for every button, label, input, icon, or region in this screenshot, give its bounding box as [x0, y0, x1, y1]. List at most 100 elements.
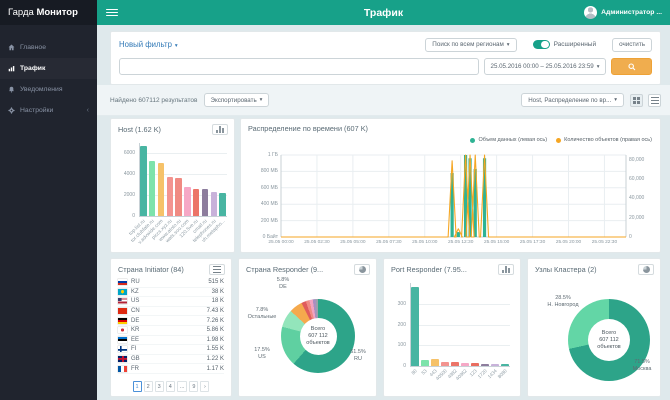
- sidebar: Гарда Монитор Главное Трафик Уведомления На…: [0, 0, 97, 400]
- country-code: CN: [131, 308, 140, 315]
- results-count: Найдено 607112 результатов: [110, 96, 198, 104]
- country-row[interactable]: FI 1.55 K: [118, 345, 224, 355]
- donut-center: Всего 607 112 объектов: [299, 317, 337, 355]
- country-row[interactable]: US 18 K: [118, 297, 224, 307]
- page-button[interactable]: 2: [143, 381, 153, 392]
- country-row[interactable]: FR 1.17 K: [118, 364, 224, 374]
- menu-toggle-button[interactable]: [106, 8, 118, 17]
- list-view-icon: [650, 96, 659, 104]
- list-icon: [213, 266, 221, 273]
- sidebar-item-1[interactable]: Трафик: [0, 58, 97, 79]
- gridline: [410, 324, 510, 326]
- page-button[interactable]: ›: [200, 381, 210, 392]
- country-row[interactable]: KR 5.86 K: [118, 326, 224, 336]
- user-menu[interactable]: Администратор ...: [584, 6, 662, 19]
- bar: [149, 160, 156, 216]
- sidebar-item-0[interactable]: Главное: [0, 37, 97, 58]
- bar: [193, 188, 200, 216]
- flag-us-icon: [118, 298, 127, 305]
- sidebar-item-2[interactable]: Уведомления: [0, 79, 97, 100]
- slice-label: 7.8% Остальные: [247, 307, 277, 320]
- advanced-toggle[interactable]: [532, 39, 550, 50]
- grid-view-icon: [633, 96, 640, 104]
- slice-label: 28.5% Н. Новгород: [547, 295, 579, 308]
- country-row[interactable]: CN 7.43 K: [118, 307, 224, 317]
- bar: [175, 178, 182, 216]
- page-button[interactable]: 1: [132, 381, 142, 392]
- country-value: 1.22 K: [206, 356, 224, 363]
- country-value: 38 K: [211, 288, 224, 295]
- slice-label: 17.5% US: [254, 347, 270, 360]
- country-value: 1.55 K: [206, 346, 224, 353]
- bar: [140, 146, 147, 216]
- country-code: RU: [131, 279, 140, 286]
- y-axis-label: 100: [397, 342, 406, 349]
- bar: [441, 362, 449, 366]
- donut-center-text: объектов: [597, 343, 621, 350]
- y-axis-label-right: 60,000: [629, 176, 645, 183]
- chart-type-button[interactable]: [209, 264, 225, 275]
- country-row[interactable]: DE 7.26 K: [118, 316, 224, 326]
- country-code: GB: [131, 356, 140, 363]
- country-code: FI: [131, 346, 137, 353]
- country-code: KZ: [131, 288, 139, 295]
- date-range-picker[interactable]: 25.05.2016 00:00 – 25.05.2016 23:59: [484, 58, 606, 75]
- results-bar: Найдено 607112 результатов Экспортироват…: [110, 91, 661, 109]
- country-value: 5.86 K: [206, 327, 224, 334]
- flag-cn-icon: [118, 308, 127, 315]
- bar: [184, 186, 191, 216]
- panels-layout-select[interactable]: Host, Распределение по вр...: [521, 93, 624, 107]
- legend-label: Объем данных (левая ось): [478, 137, 548, 143]
- search-button[interactable]: [611, 58, 652, 75]
- slice-label: 71.5% Москва: [632, 359, 652, 372]
- chart-type-button[interactable]: [498, 264, 514, 275]
- country-row[interactable]: GB 1.22 K: [118, 355, 224, 365]
- grid-view-button[interactable]: [630, 93, 643, 107]
- y-axis-label: 6000: [123, 150, 135, 157]
- country-row[interactable]: RU 515 K: [118, 278, 224, 288]
- chart-type-button[interactable]: [212, 124, 228, 135]
- region-select[interactable]: Поиск по всем регионам: [425, 37, 517, 52]
- flag-kz-icon: [118, 288, 127, 295]
- y-axis-label: 2000: [123, 192, 135, 199]
- y-axis-label-left: 1 ГБ: [267, 152, 278, 158]
- export-button[interactable]: Экспортировать: [203, 93, 270, 107]
- search-query-input[interactable]: [119, 58, 479, 75]
- new-filter-link[interactable]: Новый фильтр: [119, 40, 178, 49]
- y-axis-label-right: 20,000: [629, 214, 645, 221]
- panel-title-initiator: Страна Initiator (84): [118, 265, 184, 274]
- gridline: [410, 345, 510, 347]
- gridline: [410, 303, 510, 305]
- donut-center: Всего 607 112 объектов: [588, 319, 630, 361]
- cluster-nodes-panel: Узлы Кластера (2) Всего 607 112 объектов 71…: [527, 258, 661, 397]
- flag-gb-icon: [118, 356, 127, 363]
- advanced-toggle-wrap: Расширенный: [532, 39, 597, 50]
- advanced-label: Расширенный: [553, 41, 597, 48]
- sidebar-item-3[interactable]: Настройки ‹: [0, 100, 97, 121]
- legend-item: Объем данных (левая ось): [470, 137, 547, 143]
- y-axis-label: 300: [397, 300, 406, 307]
- filter-panel: Новый фильтр Поиск по всем регионам Расш…: [110, 31, 661, 85]
- country-code: EE: [131, 336, 140, 343]
- clear-button[interactable]: очистить: [612, 37, 652, 52]
- list-view-button[interactable]: [648, 93, 661, 107]
- country-code: DE: [131, 317, 140, 324]
- slice-label: 61.5% RU: [350, 349, 366, 362]
- y-axis-label-right: 0: [629, 234, 632, 240]
- y-axis-label: 200: [397, 321, 406, 328]
- panel-title-time: Распределение по времени (607 K): [248, 124, 368, 133]
- legend-label: Количество объектов (правая ось): [564, 137, 652, 143]
- country-row[interactable]: EE 1.98 K: [118, 336, 224, 346]
- country-value: 7.43 K: [206, 308, 224, 315]
- port-bar-chart: 0 100 200 300 80 53 443 40500 4982 40962 123 1720 14…: [388, 277, 518, 394]
- country-list: RU 515 K KZ 38 K US 18 K CN 7.43 K DE 7.26 K KR 5.8…: [118, 278, 224, 396]
- page-button[interactable]: 4: [165, 381, 175, 392]
- page-button[interactable]: 3: [154, 381, 164, 392]
- page-button[interactable]: 9: [189, 381, 199, 392]
- country-initiator-panel: Страна Initiator (84) RU 515 K KZ 38 K US 18 …: [110, 258, 232, 397]
- flag-fi-icon: [118, 346, 127, 353]
- bar: [461, 363, 469, 366]
- country-row[interactable]: KZ 38 K: [118, 288, 224, 298]
- page-button[interactable]: ...: [176, 381, 188, 392]
- country-value: 18 K: [211, 298, 224, 305]
